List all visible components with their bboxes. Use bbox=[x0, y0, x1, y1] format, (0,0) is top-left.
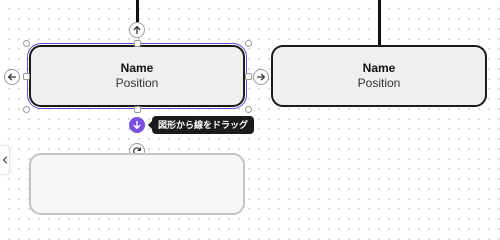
resize-handle-right[interactable] bbox=[245, 73, 252, 80]
node-position: Position bbox=[357, 76, 401, 90]
drag-connector-button[interactable] bbox=[129, 117, 145, 133]
chevron-left-icon bbox=[2, 156, 7, 164]
resize-handle-bottom-right[interactable] bbox=[245, 106, 252, 113]
add-above-button[interactable] bbox=[129, 22, 145, 38]
node-name: Name bbox=[120, 61, 154, 75]
resize-handle-top-left[interactable] bbox=[23, 40, 30, 47]
org-node-selected[interactable]: Name Position bbox=[27, 43, 247, 109]
connector-line-left bbox=[136, 0, 139, 22]
resize-handle-bottom[interactable] bbox=[134, 106, 141, 113]
arrow-up-icon bbox=[133, 25, 141, 35]
arrow-left-icon bbox=[7, 73, 17, 81]
resize-handle-left[interactable] bbox=[23, 73, 30, 80]
panel-toggle-button[interactable] bbox=[0, 145, 10, 175]
org-node[interactable]: Name Position bbox=[271, 45, 487, 107]
arrow-right-icon bbox=[256, 73, 266, 81]
resize-handle-top-right[interactable] bbox=[245, 40, 252, 47]
resize-handle-top[interactable] bbox=[134, 40, 141, 47]
ghost-node-placeholder bbox=[29, 153, 245, 215]
arrow-down-icon bbox=[133, 120, 141, 130]
add-left-button[interactable] bbox=[4, 69, 20, 85]
resize-handle-bottom-left[interactable] bbox=[23, 106, 30, 113]
connector-line-right bbox=[378, 0, 381, 46]
add-right-button[interactable] bbox=[253, 69, 269, 85]
tooltip: 図形から線をドラッグ bbox=[147, 116, 255, 134]
node-position: Position bbox=[115, 76, 159, 90]
node-name: Name bbox=[362, 61, 396, 75]
